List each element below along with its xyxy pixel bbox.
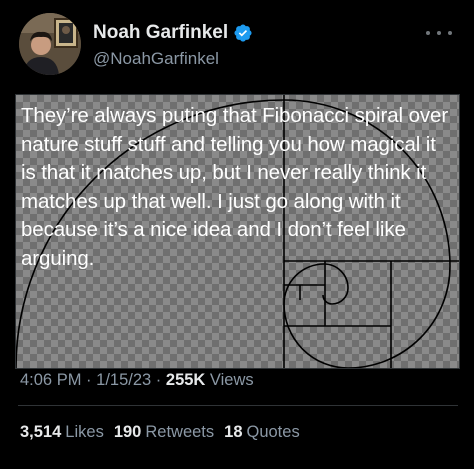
more-dot — [448, 31, 452, 35]
author-name-row: Noah Garfinkel — [93, 20, 253, 46]
tweet-meta: 4:06 PM · 1/15/23 · 255K Views — [20, 371, 254, 390]
avatar-image-icon — [19, 13, 81, 75]
views-label: Views — [209, 371, 254, 389]
more-dot — [437, 31, 441, 35]
quotes-count: 18 — [224, 423, 243, 441]
avatar[interactable] — [19, 13, 81, 75]
divider — [18, 405, 458, 406]
more-dot — [426, 31, 430, 35]
retweets-stat[interactable]: 190 Retweets — [114, 423, 214, 442]
meta-separator: · — [86, 371, 97, 389]
retweets-label: Retweets — [145, 423, 215, 441]
meta-separator: · — [155, 371, 166, 389]
tweet: Noah Garfinkel @NoahGarfinkel They’re al… — [0, 0, 474, 469]
media-caption-text: They’re always puting that Fibonacci spi… — [21, 104, 449, 270]
author-handle[interactable]: @NoahGarfinkel — [93, 49, 219, 69]
tweet-time[interactable]: 4:06 PM — [20, 371, 81, 389]
likes-count: 3,514 — [20, 423, 62, 441]
author-display-name[interactable]: Noah Garfinkel — [93, 22, 228, 44]
verified-badge-icon[interactable] — [233, 23, 253, 43]
likes-label: Likes — [65, 423, 104, 441]
likes-stat[interactable]: 3,514 Likes — [20, 423, 104, 442]
more-options-icon[interactable] — [426, 26, 452, 40]
quotes-label: Quotes — [246, 423, 300, 441]
quotes-stat[interactable]: 18 Quotes — [224, 423, 300, 442]
retweets-count: 190 — [113, 423, 142, 441]
tweet-media[interactable]: They’re always puting that Fibonacci spi… — [15, 94, 460, 369]
engagement-stats: 3,514 Likes 190 Retweets 18 Quotes — [20, 423, 310, 442]
tweet-date[interactable]: 1/15/23 — [96, 371, 151, 389]
views-count: 255K — [165, 371, 210, 389]
